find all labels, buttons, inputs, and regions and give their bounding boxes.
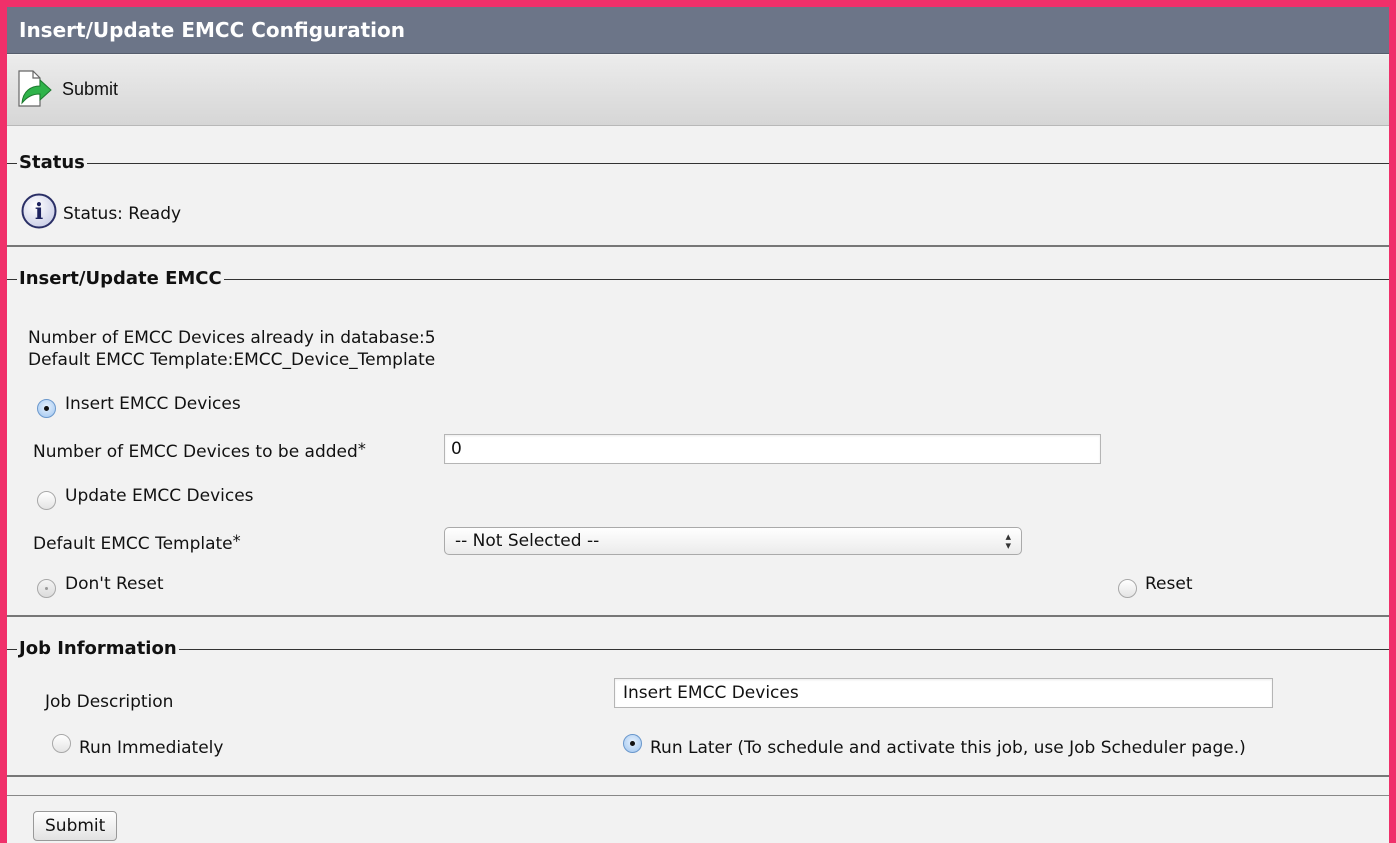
reset-radio[interactable]: [1118, 579, 1137, 598]
devices-to-add-input[interactable]: 0: [444, 434, 1101, 464]
status-text: Status: Ready: [63, 204, 182, 224]
insert-devices-label: Insert EMCC Devices: [65, 394, 241, 414]
toolbar: Submit: [7, 55, 1389, 126]
info-icon: i: [21, 193, 57, 229]
insert-devices-radio[interactable]: [37, 399, 56, 418]
job-description-input[interactable]: Insert EMCC Devices: [614, 678, 1273, 708]
devices-to-add-text: Number of EMCC Devices to be added: [33, 442, 358, 462]
toolbar-submit-label: Submit: [62, 78, 119, 99]
dont-reset-radio[interactable]: [37, 579, 56, 598]
run-later-radio[interactable]: [623, 734, 642, 753]
required-marker: *: [357, 439, 366, 458]
template-select[interactable]: -- Not Selected -- ▴ ▾: [444, 527, 1022, 555]
status-fieldset-line: [7, 163, 1389, 164]
job-divider: [7, 775, 1389, 777]
submit-arrow-icon: [16, 69, 52, 109]
toolbar-submit-button[interactable]: Submit: [16, 69, 118, 109]
status-divider: [7, 245, 1389, 247]
template-required-marker: *: [232, 531, 241, 550]
run-later-label: Run Later (To schedule and activate this…: [650, 738, 1246, 758]
footer-divider: [7, 795, 1389, 796]
status-legend: Status: [17, 152, 87, 174]
reset-label: Reset: [1145, 574, 1193, 594]
job-description-label: Job Description: [45, 692, 174, 712]
select-arrows-icon: ▴ ▾: [1005, 530, 1011, 552]
emcc-divider: [7, 615, 1389, 617]
run-immediately-label: Run Immediately: [79, 738, 224, 758]
dont-reset-label: Don't Reset: [65, 574, 164, 594]
emcc-legend: Insert/Update EMCC: [17, 268, 224, 290]
template-selected-value: -- Not Selected --: [455, 531, 600, 551]
update-devices-radio[interactable]: [37, 491, 56, 510]
template-label-text: Default EMCC Template: [33, 534, 233, 554]
svg-text:i: i: [35, 199, 43, 225]
default-template-info: Default EMCC Template:EMCC_Device_Templa…: [28, 350, 436, 370]
job-fieldset-line: [7, 649, 1389, 650]
page-title: Insert/Update EMCC Configuration: [7, 7, 1389, 54]
job-legend: Job Information: [17, 638, 179, 660]
submit-button[interactable]: Submit: [33, 811, 118, 841]
existing-devices-count: Number of EMCC Devices already in databa…: [28, 328, 436, 348]
run-immediately-radio[interactable]: [52, 734, 71, 753]
devices-to-add-label: Number of EMCC Devices to be added*: [33, 439, 366, 463]
update-devices-label: Update EMCC Devices: [65, 486, 254, 506]
template-label: Default EMCC Template*: [33, 531, 241, 555]
